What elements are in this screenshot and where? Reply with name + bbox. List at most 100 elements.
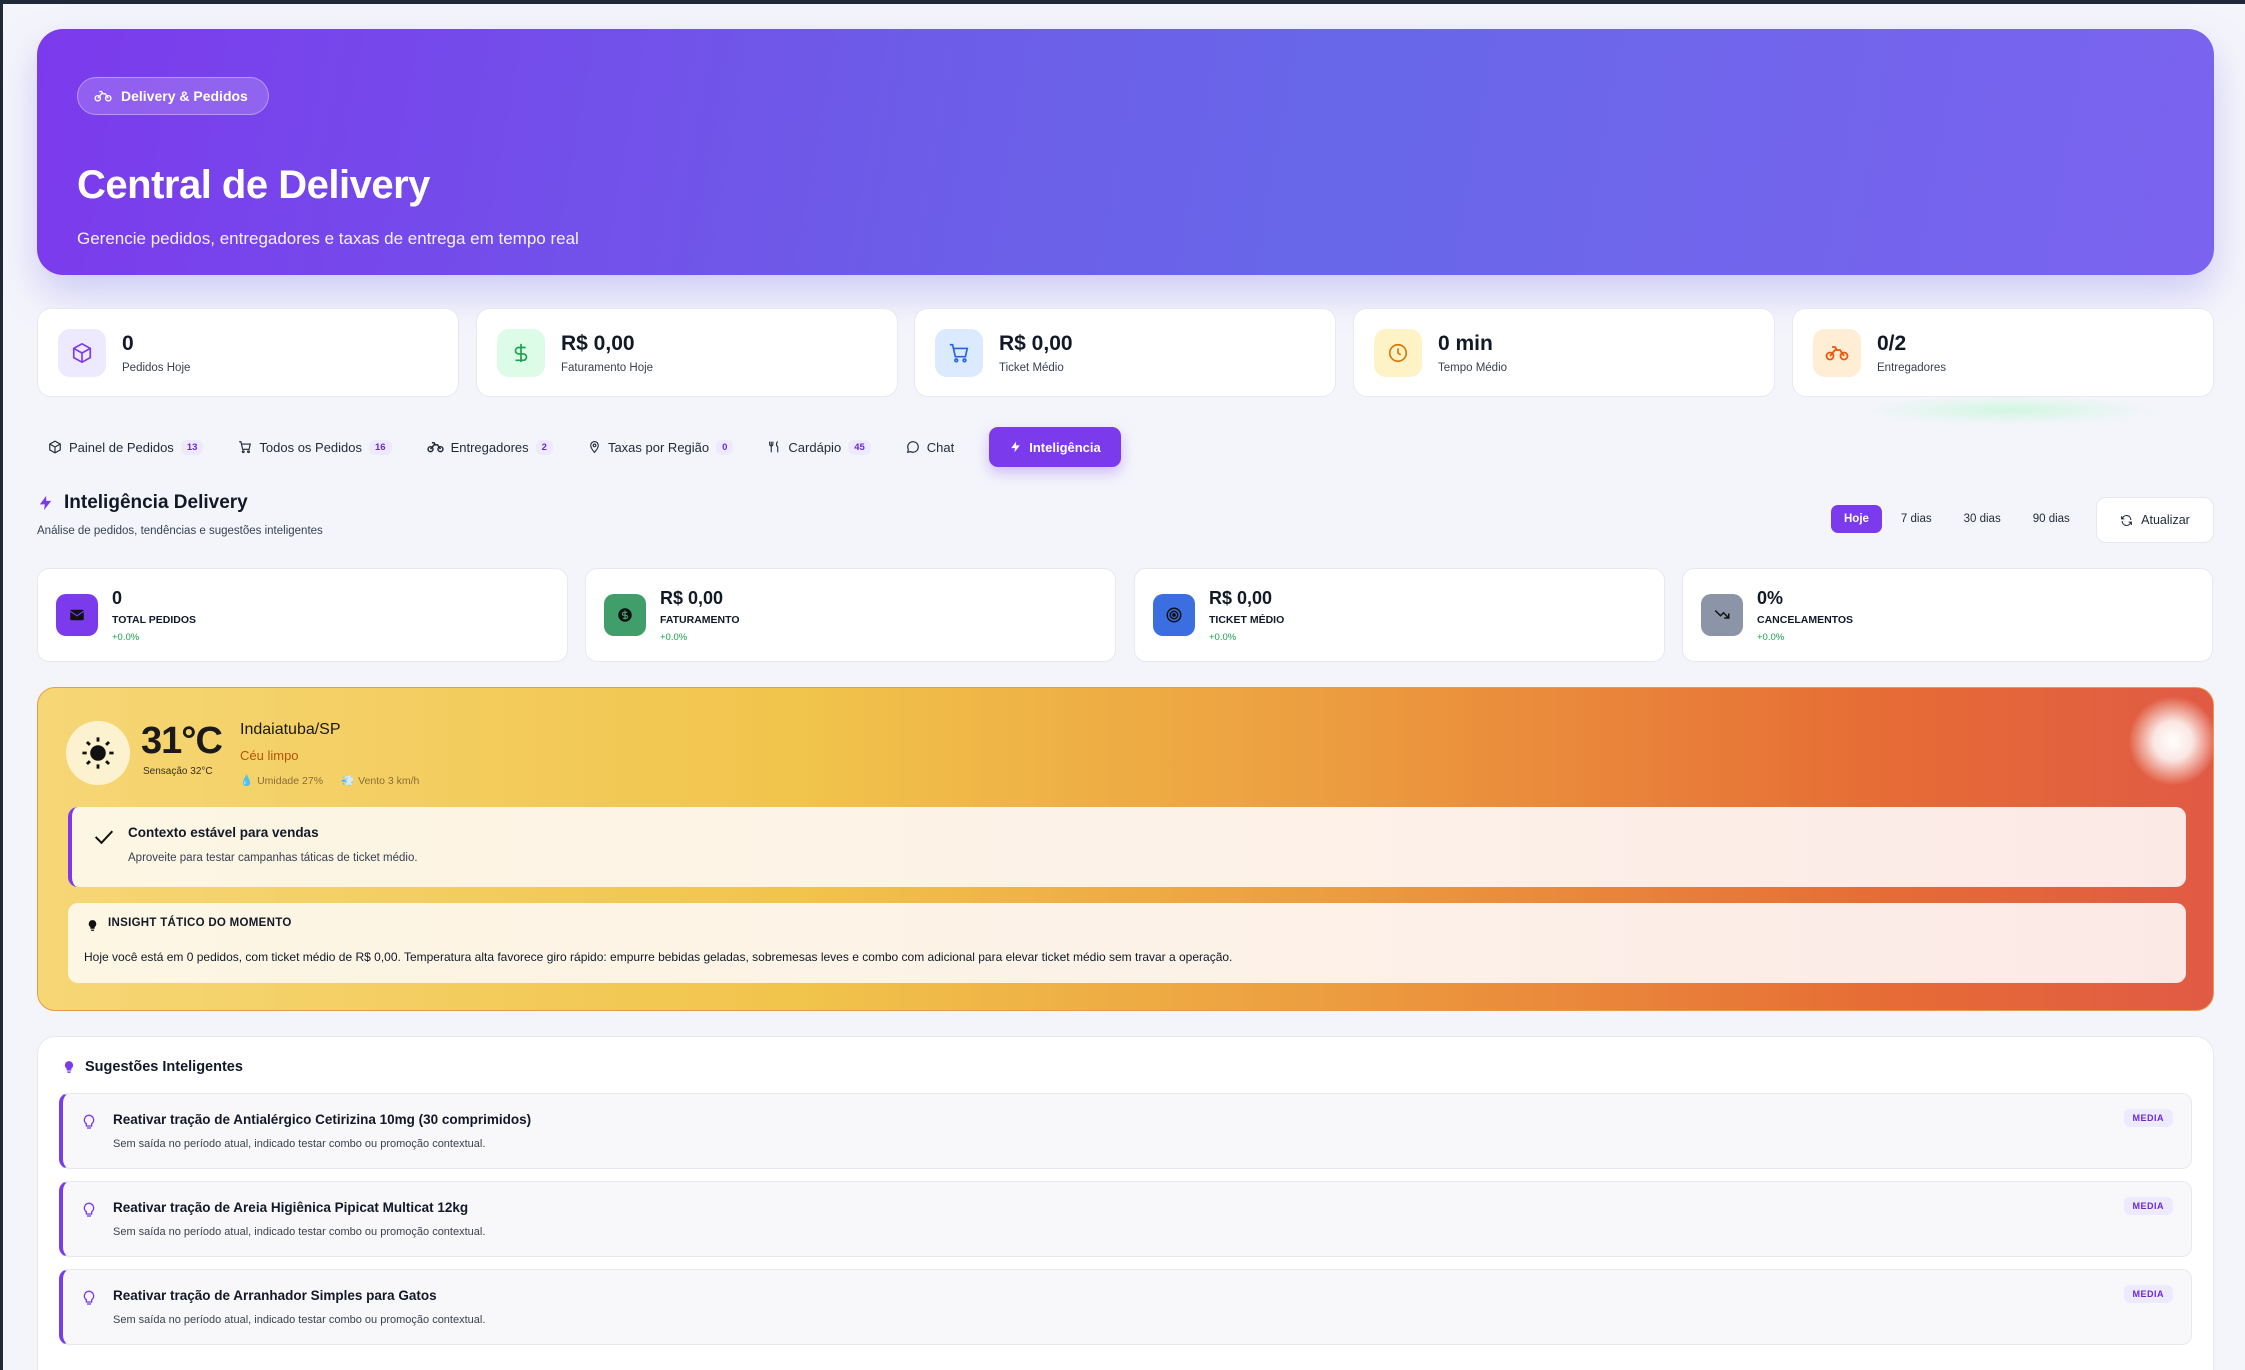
stat-card-avg-ticket: R$ 0,00 Ticket Médio: [914, 308, 1336, 397]
tab-label: Inteligência: [1029, 439, 1101, 455]
kpi-delta: +0.0%: [112, 631, 140, 643]
priority-badge: MEDIA: [2123, 1109, 2173, 1127]
context-card: Contexto estável para vendas Aproveite p…: [68, 807, 2186, 887]
tab-region-fees[interactable]: Taxas por Região 0: [588, 427, 734, 467]
stat-label: Entregadores: [1877, 361, 1947, 374]
droplet-icon: 💧: [240, 775, 254, 787]
tab-count-badge: 0: [716, 439, 734, 455]
kpi-label: CANCELAMENTOS: [1757, 613, 1854, 626]
tab-label: Cardápio: [788, 439, 842, 455]
weather-meta: 💧 Umidade 27% 💨 Vento 3 km/h: [240, 774, 419, 787]
kpi-card-avg-ticket: R$ 0,00 TICKET MÉDIO +0.0%: [1134, 568, 1665, 662]
stat-label: Tempo Médio: [1438, 361, 1508, 374]
tab-count-badge: 2: [535, 439, 553, 455]
wind-text: Vento 3 km/h: [358, 775, 420, 787]
feels-like: Sensação 32°C: [143, 766, 213, 777]
hero-category-pill: Delivery & Pedidos: [77, 77, 269, 115]
tab-label: Chat: [926, 439, 955, 455]
kpi-card-total-orders: 0 TOTAL PEDIDOS +0.0%: [37, 568, 568, 662]
stat-label: Pedidos Hoje: [122, 361, 191, 374]
inbox-icon: [56, 594, 98, 636]
tab-count-badge: 13: [180, 439, 204, 455]
tab-label: Taxas por Região: [607, 439, 710, 455]
tab-label: Painel de Pedidos: [69, 439, 174, 455]
sun-glow-decoration: [2128, 696, 2213, 786]
insight-text: Hoje você está em 0 pedidos, com ticket …: [84, 950, 1233, 964]
page-subtitle: Gerencie pedidos, entregadores e taxas d…: [77, 229, 579, 248]
suggestion-item[interactable]: Reativar tração de Areia Higiênica Pipic…: [59, 1181, 2192, 1257]
refresh-button[interactable]: Atualizar: [2096, 497, 2214, 543]
wind-icon: 💨: [341, 775, 355, 787]
clock-icon: [1374, 328, 1422, 377]
cart-icon: [239, 441, 252, 454]
stat-label: Ticket Médio: [999, 361, 1064, 374]
city-name: Indaiatuba/SP: [240, 721, 341, 738]
stat-card-avg-time: 0 min Tempo Médio: [1353, 308, 1775, 397]
tab-order-panel[interactable]: Painel de Pedidos 13: [48, 427, 204, 467]
section-subtitle: Análise de pedidos, tendências e sugestõ…: [37, 525, 323, 537]
range-30-days[interactable]: 30 dias: [1951, 505, 2014, 533]
window-left-border: [0, 0, 3, 1370]
bolt-icon: [1011, 441, 1021, 453]
insight-card: INSIGHT TÁTICO DO MOMENTO Hoje você está…: [68, 903, 2186, 983]
range-90-days[interactable]: 90 dias: [2020, 505, 2083, 533]
check-icon: [94, 830, 114, 845]
tab-all-orders[interactable]: Todos os Pedidos 16: [238, 427, 392, 467]
box-icon: [58, 328, 106, 377]
suggestion-description: Sem saída no período atual, indicado tes…: [113, 1314, 486, 1326]
lightbulb-icon: [88, 920, 97, 931]
hero-pill-label: Delivery & Pedidos: [121, 88, 248, 104]
date-range-selector: Hoje 7 dias 30 dias 90 dias: [1831, 505, 2083, 533]
tab-couriers[interactable]: Entregadores 2: [426, 427, 553, 467]
tab-count-badge: 16: [369, 439, 392, 455]
stat-value: 0 min: [1438, 331, 1493, 355]
suggestion-description: Sem saída no período atual, indicado tes…: [113, 1226, 486, 1238]
kpi-delta: +0.0%: [1757, 631, 1785, 643]
dollar-icon: [497, 328, 545, 377]
suggestion-title: Reativar tração de Arranhador Simples pa…: [113, 1288, 437, 1303]
humidity-text: Umidade 27%: [257, 775, 324, 787]
tab-chat[interactable]: Chat: [906, 427, 954, 467]
suggestions-title-text: Sugestões Inteligentes: [85, 1059, 243, 1075]
section-title: Inteligência Delivery: [37, 492, 248, 514]
tab-intelligence[interactable]: Inteligência: [989, 427, 1121, 467]
kpi-label: TOTAL PEDIDOS: [112, 613, 197, 626]
utensils-icon: [769, 441, 779, 453]
range-7-days[interactable]: 7 dias: [1888, 505, 1945, 533]
section-title-text: Inteligência Delivery: [64, 492, 248, 513]
stat-value: 0: [122, 331, 134, 355]
dollar-icon: [604, 594, 646, 636]
lightbulb-icon: [64, 1061, 74, 1073]
kpi-value: R$ 0,00: [1209, 587, 1273, 608]
kpi-label: TICKET MÉDIO: [1209, 613, 1285, 626]
tab-bar: Painel de Pedidos 13 Todos os Pedidos 16…: [48, 427, 1156, 467]
suggestion-item[interactable]: Reativar tração de Arranhador Simples pa…: [59, 1269, 2192, 1345]
priority-badge: MEDIA: [2123, 1197, 2173, 1215]
suggestions-panel: Sugestões Inteligentes Reativar tração d…: [37, 1036, 2214, 1370]
tab-count-badge: 45: [848, 439, 871, 455]
kpi-delta: +0.0%: [660, 631, 688, 643]
wind: 💨 Vento 3 km/h: [341, 774, 419, 787]
kpi-label: FATURAMENTO: [660, 613, 740, 626]
temperature: 31°C: [141, 720, 223, 762]
context-title: Contexto estável para vendas: [128, 825, 319, 840]
range-today[interactable]: Hoje: [1831, 505, 1882, 533]
tab-label: Todos os Pedidos: [259, 439, 363, 455]
suggestions-title: Sugestões Inteligentes: [62, 1059, 243, 1075]
kpi-value: R$ 0,00: [660, 587, 724, 608]
cart-icon: [935, 328, 983, 377]
kpi-card-revenue: R$ 0,00 FATURAMENTO +0.0%: [585, 568, 1116, 662]
lightbulb-outline-icon: [83, 1202, 95, 1217]
hero-banner: Delivery & Pedidos Central de Delivery G…: [37, 29, 2214, 275]
tab-menu[interactable]: Cardápio 45: [768, 427, 871, 467]
motorcycle-icon: [426, 442, 444, 453]
suggestion-item[interactable]: Reativar tração de Antialérgico Cetirizi…: [59, 1093, 2192, 1169]
stat-value: 0/2: [1877, 331, 1907, 355]
kpi-value: 0: [112, 587, 123, 608]
decorative-glow: [1860, 395, 2160, 425]
refresh-label: Atualizar: [2141, 513, 2190, 527]
humidity: 💧 Umidade 27%: [240, 774, 323, 787]
trend-down-icon: [1701, 594, 1743, 636]
tab-label: Entregadores: [450, 439, 529, 455]
stat-value: R$ 0,00: [561, 331, 635, 355]
